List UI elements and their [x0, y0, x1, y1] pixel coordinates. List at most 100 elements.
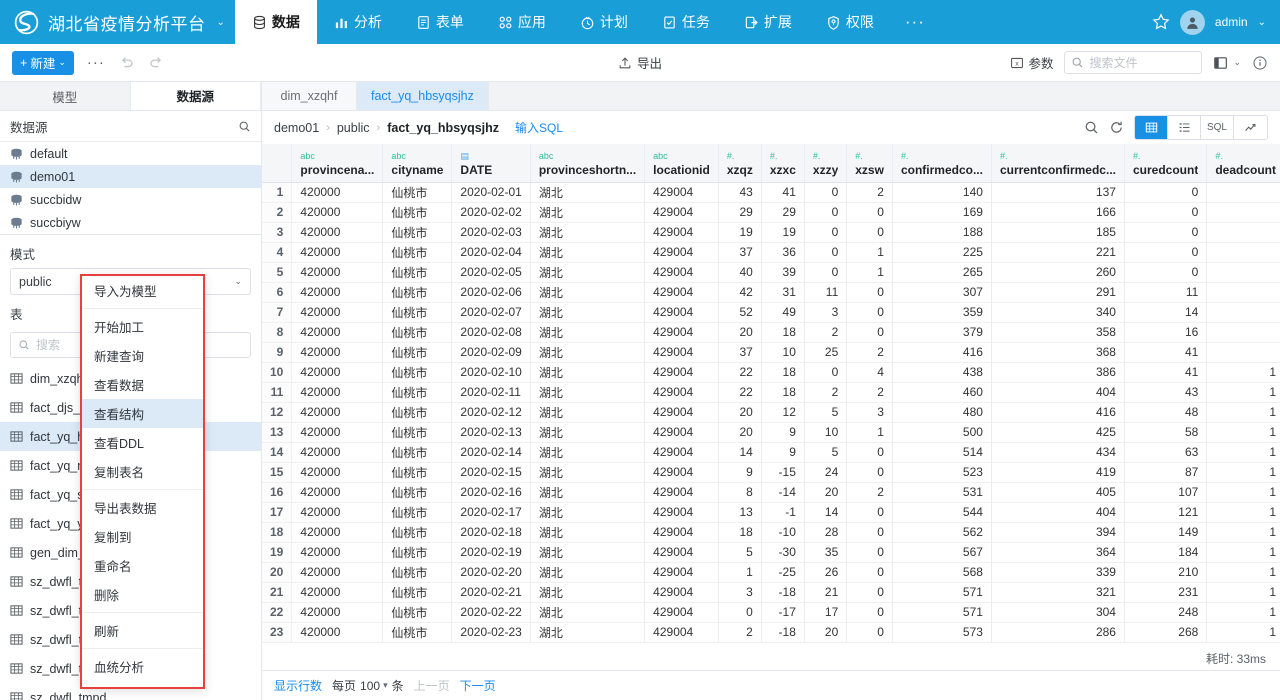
table-row[interactable]: 12420000仙桃市2020-02-12湖北42900420125348041…	[262, 402, 1280, 422]
next-page-button[interactable]: 下一页	[460, 677, 496, 694]
brand-caret-icon[interactable]: ⌄	[217, 17, 225, 28]
panel-caret-icon[interactable]: ⌄	[1233, 57, 1241, 68]
table-row[interactable]: 13420000仙桃市2020-02-13湖北42900420910150042…	[262, 422, 1280, 442]
table-row[interactable]: 5420000仙桃市2020-02-05湖北429004403901265260…	[262, 262, 1280, 282]
table-row[interactable]: 19420000仙桃市2020-02-19湖北4290045-303505673…	[262, 542, 1280, 562]
avatar[interactable]	[1180, 10, 1205, 35]
context-menu-item[interactable]: 开始加工	[82, 312, 203, 341]
context-menu-item[interactable]: 复制表名	[82, 457, 203, 486]
nav-item-permission[interactable]: 权限	[809, 0, 891, 44]
column-header-DATE[interactable]: ▤DATE	[452, 144, 530, 182]
column-header-xzxc[interactable]: #.xzxc	[761, 144, 804, 182]
context-menu-item[interactable]: 刷新	[82, 616, 203, 645]
nav-item-analysis[interactable]: 分析	[317, 0, 399, 44]
datasource-item-demo01[interactable]: demo01	[0, 165, 261, 188]
nav-item-apps[interactable]: 应用	[481, 0, 563, 44]
table-row[interactable]: 22420000仙桃市2020-02-22湖北4290040-171705713…	[262, 602, 1280, 622]
table-row[interactable]: 1420000仙桃市2020-02-01湖北429004434102140137…	[262, 182, 1280, 202]
redo-icon[interactable]	[148, 54, 165, 71]
nav-item-extension[interactable]: 扩展	[727, 0, 809, 44]
context-menu-item[interactable]: 复制到	[82, 522, 203, 551]
context-menu-item[interactable]: 查看DDL	[82, 428, 203, 457]
column-header-xzzy[interactable]: #.xzzy	[804, 144, 846, 182]
table-row[interactable]: 11420000仙桃市2020-02-11湖北42900422182246040…	[262, 382, 1280, 402]
favorite-star-icon[interactable]	[1152, 13, 1170, 31]
context-menu-item[interactable]: 导出表数据	[82, 493, 203, 522]
new-button[interactable]: + 新建 ⌄	[12, 51, 74, 75]
prev-page-button[interactable]: 上一页	[414, 677, 450, 694]
nav-item-plan[interactable]: 计划	[563, 0, 645, 44]
context-menu-item[interactable]: 查看数据	[82, 370, 203, 399]
context-menu-item[interactable]: 删除	[82, 580, 203, 609]
table-row[interactable]: 15420000仙桃市2020-02-15湖北4290049-152405234…	[262, 462, 1280, 482]
table-row[interactable]: 21420000仙桃市2020-02-21湖北4290043-182105713…	[262, 582, 1280, 602]
table-row[interactable]: 18420000仙桃市2020-02-18湖北42900418-10280562…	[262, 522, 1280, 542]
info-icon[interactable]	[1252, 55, 1268, 71]
column-header-deadcount[interactable]: #.deadcount	[1207, 144, 1280, 182]
datasource-item-succbiyw[interactable]: succbiyw	[0, 211, 261, 234]
column-header-currentconfirmedcount[interactable]: #.currentconfirmedc...	[991, 144, 1124, 182]
nav-item-form[interactable]: 表单	[399, 0, 481, 44]
datasource-item-succbidw[interactable]: succbidw	[0, 188, 261, 211]
column-header-provinceshortname[interactable]: abcprovinceshortn...	[530, 144, 644, 182]
show-rows-link[interactable]: 显示行数	[274, 677, 322, 694]
datasource-search-icon[interactable]	[238, 120, 251, 133]
per-page-caret-icon[interactable]: ▾	[383, 680, 388, 691]
table-row[interactable]: 8420000仙桃市2020-02-08湖北429004201820379358…	[262, 322, 1280, 342]
tab-model[interactable]: 模型	[0, 82, 131, 110]
table-row[interactable]: 23420000仙桃市2020-02-23湖北4290042-182005732…	[262, 622, 1280, 642]
parameters-button[interactable]: x 参数	[1010, 53, 1053, 72]
refresh-icon[interactable]	[1109, 120, 1124, 135]
context-menu-item[interactable]: 血统分析	[82, 652, 203, 681]
breadcrumb-item-database[interactable]: demo01	[274, 121, 319, 135]
table-row[interactable]: 9420000仙桃市2020-02-09湖北429004371025241636…	[262, 342, 1280, 362]
data-grid-container[interactable]: abcprovincena...abccityname▤DATEabcprovi…	[262, 144, 1280, 670]
column-header-cityname[interactable]: abccityname	[383, 144, 452, 182]
column-header-confirmedcount[interactable]: #.confirmedco...	[892, 144, 991, 182]
undo-icon[interactable]	[118, 54, 135, 71]
table-row[interactable]: 2420000仙桃市2020-02-02湖北429004292900169166…	[262, 202, 1280, 222]
column-header-curedcount[interactable]: #.curedcount	[1124, 144, 1206, 182]
user-menu-caret-icon[interactable]: ⌄	[1258, 17, 1266, 28]
grid-search-icon[interactable]	[1084, 120, 1099, 135]
sql-view-button[interactable]: SQL	[1201, 116, 1234, 139]
input-sql-link[interactable]: 输入SQL	[515, 119, 563, 136]
brand-area[interactable]: 湖北省疫情分析平台 ⌄	[0, 0, 235, 44]
table-row[interactable]: 14420000仙桃市2020-02-14湖北42900414950514434…	[262, 442, 1280, 462]
datasource-item-default[interactable]: default	[0, 142, 261, 165]
file-search-input[interactable]	[1089, 56, 1195, 70]
doc-tab-fact-yq-hbsyqsjhz[interactable]: fact_yq_hbsyqsjhz	[357, 82, 489, 110]
context-menu-item[interactable]: 新建查询	[82, 341, 203, 370]
grid-view-button[interactable]	[1135, 116, 1168, 139]
nav-item-task[interactable]: 任务	[645, 0, 727, 44]
nav-more-button[interactable]: ···	[891, 0, 939, 44]
table-row[interactable]: 3420000仙桃市2020-02-03湖北429004191900188185…	[262, 222, 1280, 242]
list-view-button[interactable]	[1168, 116, 1201, 139]
column-header-locationid[interactable]: abclocationid	[645, 144, 719, 182]
doc-tab-dim-xzqhf[interactable]: dim_xzqhf	[262, 82, 357, 110]
nav-item-data[interactable]: 数据	[235, 0, 317, 44]
table-row[interactable]: 16420000仙桃市2020-02-16湖北4290048-142025314…	[262, 482, 1280, 502]
file-search-box[interactable]	[1064, 51, 1202, 74]
export-button[interactable]: 导出	[595, 53, 685, 72]
context-menu-item[interactable]: 导入为模型	[82, 276, 203, 305]
per-page-value[interactable]: 100	[360, 679, 380, 693]
row-number-cell: 10	[262, 362, 292, 382]
panel-layout-button[interactable]	[1213, 55, 1229, 71]
context-menu-item[interactable]: 查看结构	[82, 399, 203, 428]
tab-datasource[interactable]: 数据源	[131, 82, 262, 110]
table-row[interactable]: 10420000仙桃市2020-02-10湖北42900422180443838…	[262, 362, 1280, 382]
context-menu-item[interactable]: 重命名	[82, 551, 203, 580]
table-row[interactable]: 4420000仙桃市2020-02-04湖北429004373601225221…	[262, 242, 1280, 262]
breadcrumb-item-schema[interactable]: public	[337, 121, 370, 135]
toolbar-more-button[interactable]: ···	[87, 54, 105, 71]
column-header-provincename[interactable]: abcprovincena...	[292, 144, 383, 182]
column-header-xzsw[interactable]: #.xzsw	[847, 144, 893, 182]
table-row[interactable]: 6420000仙桃市2020-02-06湖北429004423111030729…	[262, 282, 1280, 302]
column-header-xzqz[interactable]: #.xzqz	[718, 144, 761, 182]
trend-view-button[interactable]	[1234, 116, 1267, 139]
table-cell: 10	[804, 422, 846, 442]
table-row[interactable]: 7420000仙桃市2020-02-07湖北429004524930359340…	[262, 302, 1280, 322]
table-row[interactable]: 20420000仙桃市2020-02-20湖北4290041-252605683…	[262, 562, 1280, 582]
table-row[interactable]: 17420000仙桃市2020-02-17湖北42900413-11405444…	[262, 502, 1280, 522]
